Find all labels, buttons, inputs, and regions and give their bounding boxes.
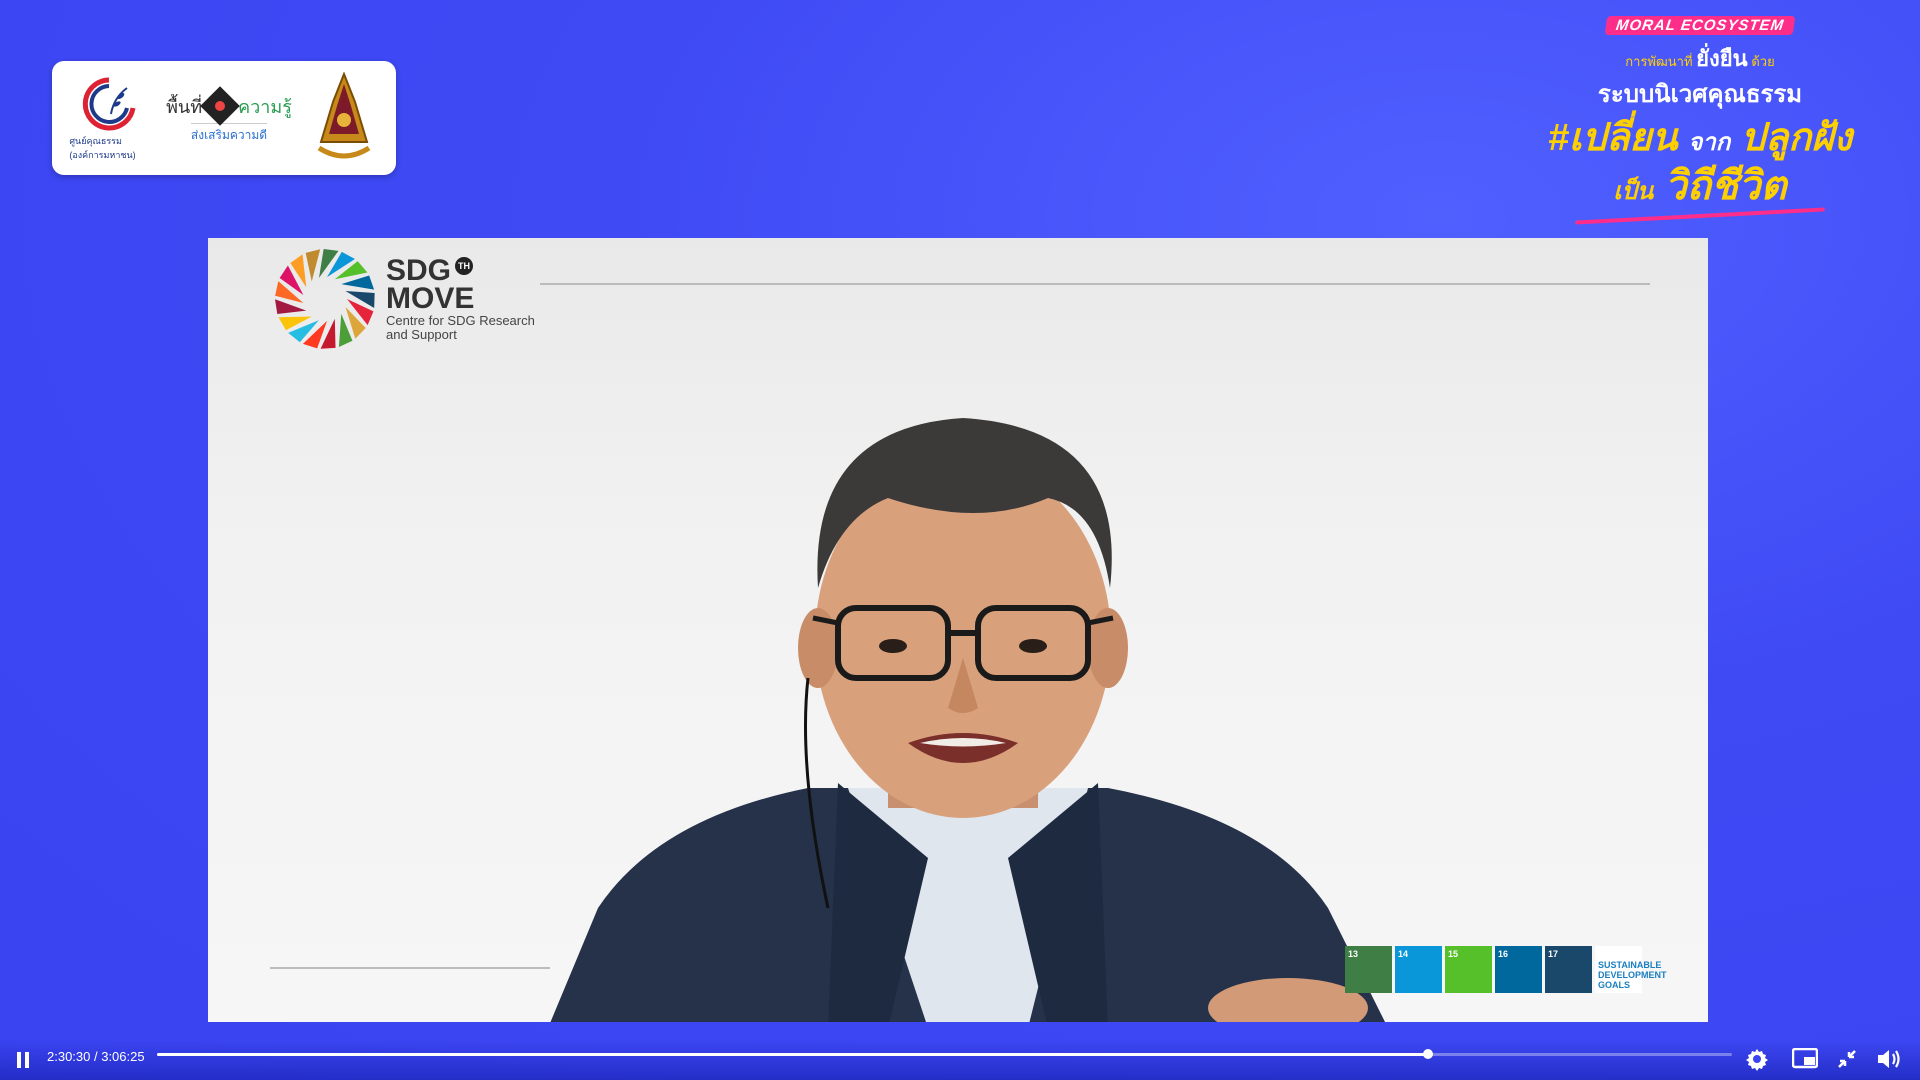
sdg-goal-tiles: 13 14 15 16 17 SUSTAINABLE DEVELOPMENT GOALS: [1345, 946, 1667, 993]
video-frame[interactable]: SDG TH MOVE Centre for SDG Research and S…: [208, 238, 1708, 1022]
progress-fill: [157, 1053, 1429, 1056]
moral-center-logo: ศูนย์คุณธรรม (องค์การมหาชน): [69, 74, 149, 162]
campaign-line1-big: ยั่งยืน: [1696, 46, 1748, 71]
progress-knob[interactable]: [1423, 1049, 1434, 1059]
sdg-wheel-icon: [275, 249, 375, 349]
sdg-wheel-segment: [320, 318, 336, 349]
presenter-image: [550, 418, 1385, 1022]
sdg-wheel-segment: [305, 249, 321, 282]
sdg-subtitle-line1: Centre for SDG Research: [386, 313, 535, 328]
exit-fullscreen-icon: [1838, 1050, 1856, 1068]
sdg-move-logo: SDG TH MOVE Centre for SDG Research and S…: [270, 244, 535, 354]
miniplayer-button[interactable]: [1788, 1042, 1822, 1076]
knowledge-space-logo: พื้นที่ ความรู้ ส่งเสริมความดี: [164, 86, 294, 145]
slide-divider-top: [540, 283, 1650, 285]
pause-button[interactable]: [10, 1040, 36, 1080]
settings-button[interactable]: [1740, 1042, 1774, 1076]
sdg-title-line2: MOVE: [386, 282, 475, 315]
player-control-bar: [0, 1040, 1920, 1080]
sdg-goal-tile: 14: [1395, 946, 1442, 993]
sdg-subtitle-line2: and Support: [386, 327, 457, 342]
volume-icon: [1878, 1050, 1900, 1068]
government-seal-logo: [309, 72, 379, 164]
sdg-goal-tile: 16: [1495, 946, 1542, 993]
sdg-goal-tile: 17: [1545, 946, 1592, 993]
campaign-line4-a: เป็น: [1613, 178, 1654, 205]
campaign-line2: ระบบนิเวศคุณธรรม: [1597, 81, 1803, 108]
campaign-line1-tail: ด้วย: [1751, 54, 1775, 69]
trademark-badge: TH: [455, 257, 474, 275]
volume-button[interactable]: [1872, 1042, 1906, 1076]
campaign-line1: การพัฒนาที่ ยั่งยืน ด้วย: [1520, 41, 1880, 76]
gear-icon: [1746, 1049, 1768, 1071]
campaign-line3-c: ปลูกฝัง: [1740, 117, 1853, 159]
royal-seal-icon: [317, 72, 370, 159]
knowledge-space-word1: พื้นที่: [166, 96, 203, 117]
lightbulb-diamond-icon: [200, 86, 240, 126]
miniplayer-icon: [1792, 1048, 1818, 1069]
campaign-title: MORAL ECOSYSTEM การพัฒนาที่ ยั่งยืน ด้วย…: [1520, 16, 1880, 225]
sdg-wheel-segment: [341, 275, 375, 290]
sdg-goals-label: SUSTAINABLE DEVELOPMENT GOALS: [1595, 946, 1667, 993]
exit-fullscreen-button[interactable]: [1830, 1042, 1864, 1076]
sponsor-logo-card: ศูนย์คุณธรรม (องค์การมหาชน) พื้นที่ ความ…: [52, 61, 396, 175]
time-display: 2:30:30 / 3:06:25: [47, 1049, 145, 1064]
campaign-line3-b: จาก: [1688, 129, 1731, 156]
sdg-title-line1: SDG TH: [386, 256, 535, 286]
sdg-goal-tile: 13: [1345, 946, 1392, 993]
campaign-line3: #เปลี่ยน จาก ปลูกฝัง: [1520, 117, 1880, 164]
knowledge-space-word2: ความรู้: [238, 96, 292, 117]
campaign-line4: เป็น วิถีชีวิต: [1520, 164, 1880, 214]
pause-icon: [17, 1052, 21, 1068]
moral-center-caption: ศูนย์คุณธรรม (องค์การมหาชน): [69, 136, 136, 160]
sdg-wheel-segment: [275, 299, 307, 314]
progress-bar[interactable]: [157, 1049, 1732, 1059]
campaign-line4-b: วิถีชีวิต: [1664, 164, 1787, 208]
campaign-badge: MORAL ECOSYSTEM: [1604, 16, 1796, 35]
knowledge-space-tagline: ส่งเสริมความดี: [190, 122, 268, 145]
moral-center-emblem-icon: [83, 77, 136, 131]
campaign-line1-small: การพัฒนาที่: [1625, 54, 1693, 69]
campaign-line3-a: #เปลี่ยน: [1547, 117, 1678, 159]
sdg-goal-tile: 15: [1445, 946, 1492, 993]
